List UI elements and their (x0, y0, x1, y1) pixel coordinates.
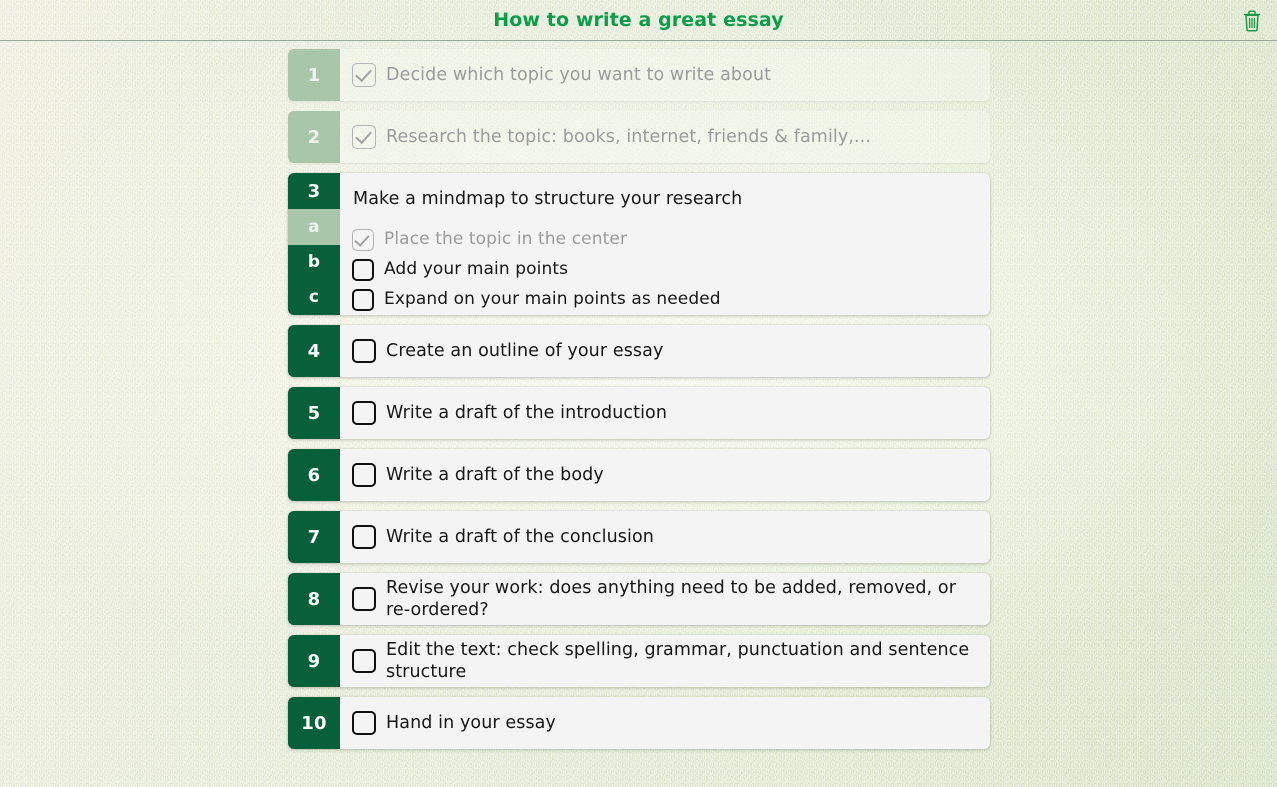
task-rows-column: Create an outline of your essay (340, 325, 990, 377)
task-badge-column: 8 (288, 573, 340, 625)
task-row[interactable]: Hand in your essay (340, 697, 990, 749)
subtask-row[interactable]: Place the topic in the center (340, 225, 990, 255)
task-rows-column: Write a draft of the conclusion (340, 511, 990, 563)
task-badge-column: 10 (288, 697, 340, 749)
task-card[interactable]: 7 Write a draft of the conclusion (288, 511, 990, 563)
app-header: How to write a great essay (0, 0, 1277, 41)
task-card[interactable]: 2 Research the topic: books, internet, fr… (288, 111, 990, 163)
task-checkbox[interactable] (352, 463, 376, 487)
task-checkbox[interactable] (352, 401, 376, 425)
task-number-badge[interactable]: 9 (288, 635, 340, 687)
subtask-checkbox[interactable] (352, 259, 374, 281)
task-label: Edit the text: check spelling, grammar, … (386, 639, 970, 682)
subtask-label: Expand on your main points as needed (384, 289, 721, 310)
task-card[interactable]: 4 Create an outline of your essay (288, 325, 990, 377)
task-number-badge[interactable]: 10 (288, 697, 340, 749)
task-badge-column: 1 (288, 49, 340, 101)
task-rows-column: Edit the text: check spelling, grammar, … (340, 635, 990, 687)
task-row[interactable]: Edit the text: check spelling, grammar, … (340, 635, 990, 687)
task-row[interactable]: Research the topic: books, internet, fri… (340, 111, 990, 163)
subtask-checkbox[interactable] (352, 229, 374, 251)
task-badge-column: 9 (288, 635, 340, 687)
task-card[interactable]: 5 Write a draft of the introduction (288, 387, 990, 439)
subtask-checkbox[interactable] (352, 289, 374, 311)
task-number-badge[interactable]: 6 (288, 449, 340, 501)
checklist: 1 Decide which topic you want to write ab… (288, 49, 990, 759)
subtask-row[interactable]: Add your main points (340, 255, 990, 285)
task-rows-column: Hand in your essay (340, 697, 990, 749)
task-label: Make a mindmap to structure your researc… (353, 188, 743, 209)
task-row[interactable]: Create an outline of your essay (340, 325, 990, 377)
task-number-badge[interactable]: 5 (288, 387, 340, 439)
trash-icon[interactable] (1237, 5, 1267, 35)
task-row[interactable]: Write a draft of the body (340, 449, 990, 501)
task-number-badge[interactable]: 8 (288, 573, 340, 625)
task-badge-column: 7 (288, 511, 340, 563)
task-label: Write a draft of the conclusion (386, 526, 654, 547)
task-card[interactable]: 8 Revise your work: does anything need to… (288, 573, 990, 625)
task-rows-column: Write a draft of the introduction (340, 387, 990, 439)
task-badge-column: 2 (288, 111, 340, 163)
task-checkbox[interactable] (352, 63, 376, 87)
task-card[interactable]: 9 Edit the text: check spelling, grammar,… (288, 635, 990, 687)
task-label: Revise your work: does anything need to … (386, 577, 957, 620)
task-row[interactable]: Revise your work: does anything need to … (340, 573, 990, 625)
task-card[interactable]: 6 Write a draft of the body (288, 449, 990, 501)
subtask-letter-badge[interactable]: c (288, 279, 340, 315)
task-rows-column: Revise your work: does anything need to … (340, 573, 990, 625)
task-row[interactable]: Write a draft of the introduction (340, 387, 990, 439)
task-row[interactable]: Decide which topic you want to write abo… (340, 49, 990, 101)
task-badge-column: 4 (288, 325, 340, 377)
task-card[interactable]: 3 a b c Make a mindmap to structure your res… (288, 173, 990, 315)
task-number-badge[interactable]: 3 (288, 173, 340, 210)
task-badge-column: 3abc (288, 173, 340, 315)
task-checkbox[interactable] (352, 587, 376, 611)
task-label: Write a draft of the introduction (386, 402, 668, 423)
task-label: Decide which topic you want to write abo… (386, 64, 772, 85)
task-checkbox[interactable] (352, 711, 376, 735)
task-card[interactable]: 1 Decide which topic you want to write ab… (288, 49, 990, 101)
task-label: Hand in your essay (386, 712, 556, 733)
task-checkbox[interactable] (352, 649, 376, 673)
task-rows-column: Write a draft of the body (340, 449, 990, 501)
task-number-badge[interactable]: 7 (288, 511, 340, 563)
task-badge-column: 6 (288, 449, 340, 501)
task-number-badge[interactable]: 1 (288, 49, 340, 101)
task-badge-column: 5 (288, 387, 340, 439)
task-row[interactable]: Make a mindmap to structure your researc… (340, 173, 990, 225)
task-rows-column: Decide which topic you want to write abo… (340, 49, 990, 101)
task-label: Write a draft of the body (386, 464, 604, 485)
task-number-badge[interactable]: 4 (288, 325, 340, 377)
task-rows-column: Make a mindmap to structure your researc… (340, 173, 990, 315)
subtask-row[interactable]: Expand on your main points as needed (340, 285, 990, 315)
task-label: Research the topic: books, internet, fri… (386, 126, 871, 147)
task-label: Create an outline of your essay (386, 340, 664, 361)
task-card[interactable]: 10 Hand in your essay (288, 697, 990, 749)
page-title: How to write a great essay (493, 8, 784, 31)
task-row[interactable]: Write a draft of the conclusion (340, 511, 990, 563)
task-checkbox[interactable] (352, 125, 376, 149)
task-rows-column: Research the topic: books, internet, fri… (340, 111, 990, 163)
subtask-label: Add your main points (384, 259, 569, 280)
task-number-badge[interactable]: 2 (288, 111, 340, 163)
task-checkbox[interactable] (352, 339, 376, 363)
task-checkbox[interactable] (352, 525, 376, 549)
subtask-label: Place the topic in the center (384, 229, 628, 250)
subtask-letter-badge[interactable]: a (288, 209, 340, 245)
subtask-letter-badge[interactable]: b (288, 244, 340, 280)
